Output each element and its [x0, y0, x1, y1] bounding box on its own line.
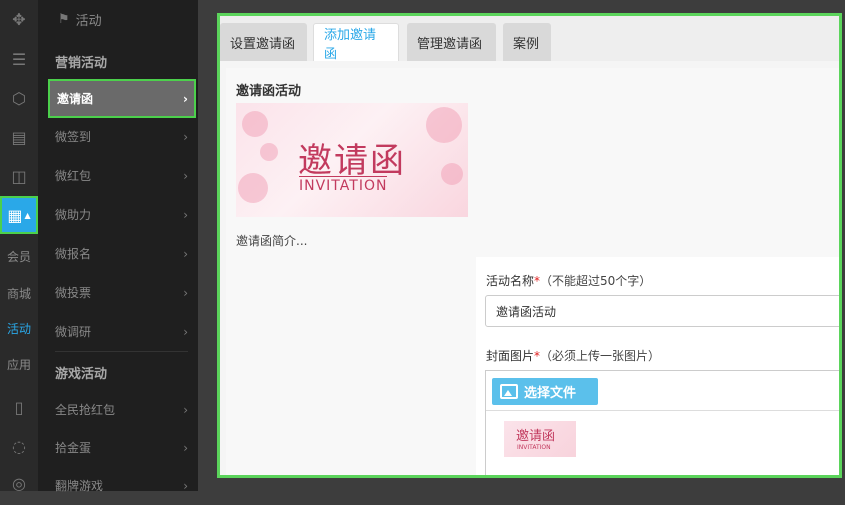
nav-item-label: 微红包: [55, 169, 92, 183]
name-field-label: 活动名称*（不能超过50个字）: [486, 272, 651, 289]
image-icon: [500, 384, 518, 399]
flag-icon: ⚑: [58, 11, 70, 27]
tab-cases[interactable]: 案例: [503, 23, 551, 61]
nav-item-golden-egg[interactable]: 拾金蛋 ›: [38, 428, 198, 467]
name-label-text: 活动名称: [486, 274, 535, 288]
nav-item-redpacket[interactable]: 微红包 ›: [38, 156, 198, 195]
rail-link-member[interactable]: 会员: [0, 248, 38, 265]
nav-item-label: 全民抢红包: [55, 403, 116, 417]
cover-label-text: 封面图片: [486, 349, 535, 363]
nav-item-grab-redpacket[interactable]: 全民抢红包 ›: [38, 390, 198, 429]
nav-group-marketing: 营销活动: [55, 56, 108, 71]
chevron-right-icon: ›: [183, 478, 188, 493]
thumbnail-title-cn: 邀请函: [516, 429, 556, 444]
nav-item-invitation[interactable]: 邀请函 ›: [48, 79, 196, 118]
nav-header: ⚑ 活动: [38, 0, 198, 38]
document-icon[interactable]: ▤: [0, 118, 38, 156]
chat-icon[interactable]: ◌: [0, 427, 38, 465]
nav-group-games: 游戏活动: [55, 367, 108, 382]
chevron-right-icon: ›: [183, 168, 188, 183]
blossom-decoration: [441, 163, 463, 185]
cube-icon[interactable]: ⬡: [0, 79, 38, 117]
chevron-right-icon: ›: [183, 402, 188, 417]
chevron-right-icon: ›: [183, 324, 188, 339]
nav-item-assist[interactable]: 微助力 ›: [38, 195, 198, 234]
blossom-decoration: [238, 173, 268, 203]
chevron-right-icon: ›: [183, 246, 188, 261]
caret-up-icon: ▲: [24, 210, 31, 220]
preview-title: 邀请函活动: [236, 84, 302, 99]
phone-icon[interactable]: ▯: [0, 388, 38, 426]
nav-item-label: 微签到: [55, 130, 92, 144]
choose-file-button[interactable]: 选择文件: [492, 378, 598, 405]
grid-icon[interactable]: ▦ ▲: [0, 196, 38, 234]
invitation-banner-image: 邀请函 INVITATION: [236, 103, 468, 217]
nav-divider: [55, 351, 188, 352]
nav-item-label: 微投票: [55, 286, 92, 300]
nav-item-label: 翻牌游戏: [55, 479, 104, 493]
content-panel: 设置邀请函 添加邀请函 管理邀请函 案例 邀请函活动 邀请函 INVITATIO…: [217, 13, 842, 478]
cover-field-label: 封面图片*（必须上传一张图片）: [486, 347, 660, 364]
cover-thumbnail[interactable]: 邀请函 INVITATION: [504, 421, 576, 457]
nav-item-label: 微报名: [55, 247, 92, 261]
list-icon[interactable]: ☰: [0, 40, 38, 78]
compass-icon[interactable]: ◎: [0, 464, 38, 502]
banner-title-cn: 邀请函: [298, 141, 406, 181]
banner-title-en: INVITATION: [299, 176, 388, 194]
blossom-decoration: [426, 107, 462, 143]
puzzle-icon[interactable]: ✥: [0, 0, 38, 38]
upload-toolbar: 选择文件: [486, 371, 839, 411]
chevron-right-icon: ›: [183, 285, 188, 300]
nav-item-signup[interactable]: 微报名 ›: [38, 234, 198, 273]
tab-settings[interactable]: 设置邀请函: [220, 23, 307, 61]
tab-add[interactable]: 添加邀请函: [313, 23, 399, 62]
nav-item-checkin[interactable]: 微签到 ›: [38, 117, 198, 156]
rail-link-apps[interactable]: 应用: [0, 356, 38, 373]
nav-header-label: 活动: [75, 13, 102, 29]
rail-link-mall[interactable]: 商城: [0, 285, 38, 302]
blossom-decoration: [260, 143, 278, 161]
choose-file-label: 选择文件: [524, 386, 577, 401]
nav-item-vote[interactable]: 微投票 ›: [38, 273, 198, 312]
rail-link-activity[interactable]: 活动: [0, 320, 38, 337]
preview-intro: 邀请函简介...: [236, 234, 308, 248]
thumbnail-title-en: INVITATION: [517, 444, 551, 451]
icon-rail: ✥ ☰ ⬡ ▤ ◫ ▦ ▲ 会员 商城 活动 应用 ▯ ◌ ◎: [0, 0, 38, 493]
nav-item-label: 微调研: [55, 325, 92, 339]
nav-item-flip-card[interactable]: 翻牌游戏 ›: [38, 466, 198, 505]
bag-icon[interactable]: ◫: [0, 157, 38, 195]
nav-item-label: 微助力: [55, 208, 92, 222]
activity-name-input[interactable]: [485, 295, 839, 327]
name-hint: （不能超过50个字）: [540, 274, 652, 288]
chevron-right-icon: ›: [183, 129, 188, 144]
blossom-decoration: [242, 111, 268, 137]
tab-manage[interactable]: 管理邀请函: [407, 23, 496, 61]
chevron-right-icon: ›: [183, 91, 188, 106]
nav-item-label: 邀请函: [57, 92, 94, 106]
nav-item-survey[interactable]: 微调研 ›: [38, 312, 198, 351]
nav-item-label: 拾金蛋: [55, 441, 92, 455]
cover-hint: （必须上传一张图片）: [540, 349, 661, 363]
cover-upload-box: 选择文件 邀请函 INVITATION: [485, 370, 839, 475]
sidebar-nav: ⚑ 活动 营销活动 邀请函 › 微签到 › 微红包 › 微助力 › 微报名 › …: [38, 0, 198, 493]
chevron-right-icon: ›: [183, 440, 188, 455]
invitation-form: 活动名称*（不能超过50个字） 封面图片*（必须上传一张图片） 选择文件 邀请函…: [476, 257, 839, 475]
chevron-right-icon: ›: [183, 207, 188, 222]
tab-bar: 设置邀请函 添加邀请函 管理邀请函 案例: [220, 16, 839, 62]
